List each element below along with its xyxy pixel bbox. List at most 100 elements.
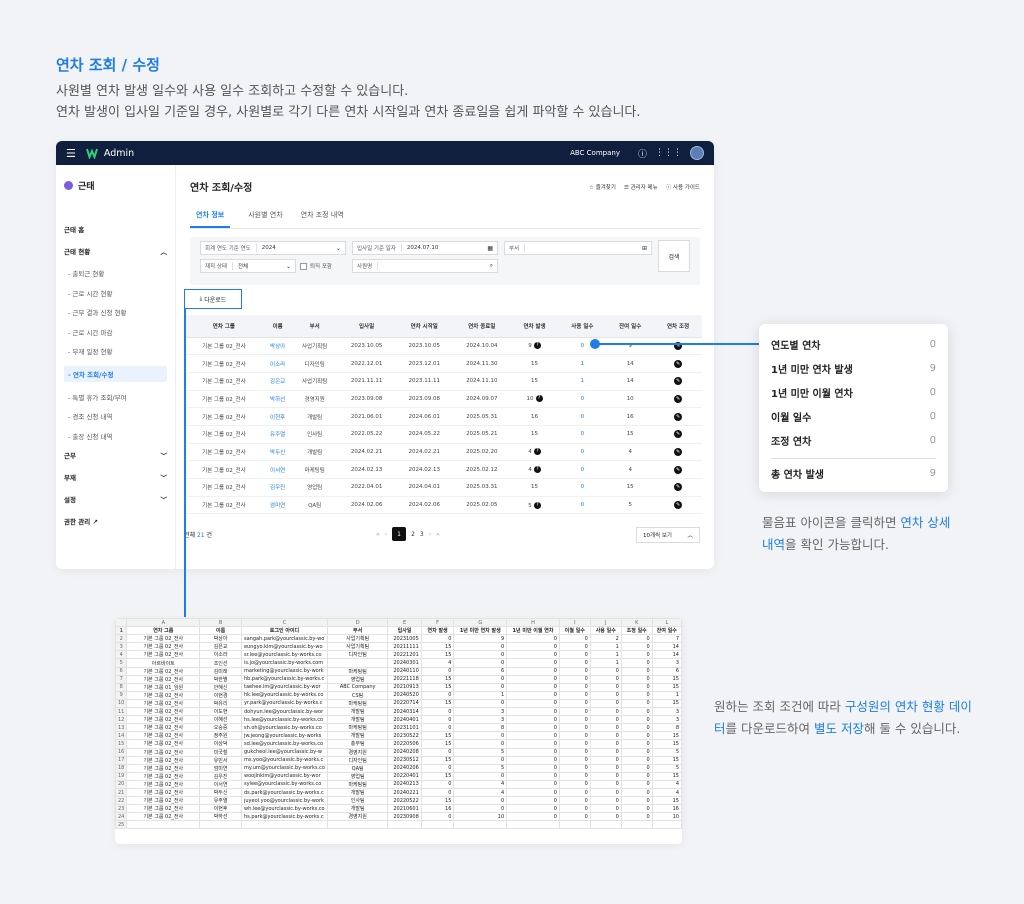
sheet-cell[interactable] <box>558 820 591 830</box>
sheet-cell[interactable]: 3 <box>651 707 682 717</box>
sheet-cell[interactable]: 0 <box>589 690 622 700</box>
sheet-cell[interactable]: 0 <box>453 739 508 749</box>
sheet-cell[interactable]: 0 <box>506 723 560 733</box>
sheet-cell[interactable]: 총무팀 <box>326 739 389 749</box>
sheet-cell[interactable]: 0 <box>620 763 653 773</box>
sheet-cell[interactable]: 10 <box>453 812 508 822</box>
sheet-cell[interactable]: 0 <box>420 787 455 798</box>
sheet-cell[interactable] <box>387 820 422 830</box>
sheet-cell[interactable]: 0 <box>620 650 653 660</box>
sheet-cell[interactable]: 0 <box>558 682 591 692</box>
sheet-cell[interactable]: 0 <box>558 690 591 700</box>
sheet-cell[interactable]: 마케팅팀 <box>326 698 389 709</box>
sheet-cell[interactable]: 0 <box>620 779 653 789</box>
sheet-cell[interactable]: 조인선 <box>199 658 242 668</box>
favorite-button[interactable]: ☆ 즐겨찾기 <box>589 183 616 191</box>
question-icon[interactable]: ? <box>533 466 541 474</box>
sheet-cell[interactable]: 0 <box>558 650 591 660</box>
sheet-cell[interactable]: 15 <box>420 739 455 749</box>
sheet-cell[interactable]: 0 <box>506 731 560 741</box>
sheet-cell[interactable]: 0 <box>420 812 455 822</box>
sheet-cell[interactable]: 0 <box>620 698 653 709</box>
retired-checkbox[interactable]: 퇴직 포함 <box>300 262 332 270</box>
sheet-cell[interactable] <box>453 820 508 830</box>
sheet-cell[interactable]: 0 <box>558 804 591 814</box>
sheet-cell[interactable]: 0 <box>558 796 591 806</box>
cell-used-link[interactable]: 0 <box>558 478 607 497</box>
sheet-cell[interactable]: 15 <box>420 682 455 692</box>
sheet-cell[interactable]: 0 <box>558 739 591 749</box>
sheet-cell[interactable]: 0 <box>506 715 560 725</box>
cell-name-link[interactable]: 이서연 <box>263 460 292 479</box>
sidebar-item-settings[interactable]: 설정 ﹀ <box>64 494 167 504</box>
sheet-cell[interactable]: hs.lee@yourclassic.by-works.co <box>240 715 328 725</box>
edit-icon[interactable]: ✎ <box>674 430 683 439</box>
sheet-cell[interactable]: 개발팀 <box>326 731 389 741</box>
sheet-cell[interactable]: 15 <box>651 771 682 781</box>
user-guide-button[interactable]: ⓘ 사용 가이드 <box>666 183 700 191</box>
sheet-cell[interactable]: 0 <box>453 674 508 684</box>
sidebar-item-status[interactable]: 근태 현황 ︿ <box>64 246 167 256</box>
column-header[interactable]: 연차 시작일 <box>395 315 454 338</box>
cell-used-link[interactable]: 0 <box>558 390 607 409</box>
sheet-cell[interactable]: is.jo@yourclassic.by-works.com <box>240 658 328 668</box>
sheet-cell[interactable]: 경영지원 <box>326 812 389 822</box>
sheet-cell[interactable]: 이혜선 <box>199 715 242 725</box>
sheet-cell[interactable]: 15 <box>651 698 682 709</box>
sheet-cell[interactable]: 0 <box>589 666 622 676</box>
tree-icon[interactable]: ⊞ <box>642 245 647 252</box>
sheet-cell[interactable]: yr.park@yourclassic.by-works.c <box>240 698 328 709</box>
sheet-cell[interactable]: 0 <box>589 812 622 822</box>
apps-grid-icon[interactable]: ⋮⋮⋮ <box>655 148 682 158</box>
sheet-cell[interactable]: 이현경 <box>199 690 242 700</box>
sheet-cell[interactable]: 20231005 <box>387 634 422 644</box>
cell-name-link[interactable]: 김우진 <box>263 478 292 497</box>
sheet-cell[interactable]: 사업기획팀 <box>326 642 389 652</box>
sheet-cell[interactable]: jw.jeong@yourclassic.by-works <box>240 731 328 741</box>
sheet-cell[interactable]: 0 <box>506 666 560 676</box>
sheet-cell[interactable]: wh.lee@yourclassic.by-works.co <box>240 804 328 814</box>
sheet-cell[interactable]: 오승중 <box>199 723 242 733</box>
sheet-cell[interactable]: dohyun.lee@yourclassic.by-wor <box>240 707 328 717</box>
sheet-cell[interactable]: 4 <box>453 787 508 798</box>
column-header[interactable]: 연차 조정 <box>654 315 702 338</box>
sheet-cell[interactable]: 0 <box>420 690 455 700</box>
sheet-cell[interactable]: 10 <box>651 812 682 822</box>
sheet-cell[interactable]: 1 <box>453 690 508 700</box>
sheet-cell[interactable]: 디자인팀 <box>326 755 389 765</box>
sheet-cell[interactable]: 20221118 <box>387 674 422 684</box>
edit-icon[interactable]: ✎ <box>674 447 683 456</box>
sheet-cell[interactable]: 20230522 <box>387 731 422 741</box>
sheet-cell[interactable]: 0 <box>620 771 653 781</box>
page-3[interactable]: 3 <box>420 531 424 538</box>
sheet-cell[interactable]: 0 <box>558 698 591 709</box>
sheet-cell[interactable]: 박두신 <box>199 787 242 798</box>
cell-name-link[interactable]: 이소라 <box>263 354 292 373</box>
sheet-cell[interactable]: 0 <box>620 755 653 765</box>
sheet-cell[interactable]: 0 <box>589 715 622 725</box>
edit-icon[interactable]: ✎ <box>674 501 683 510</box>
sheet-cell[interactable]: 0 <box>420 723 455 733</box>
calendar-icon[interactable]: ▦ <box>487 245 493 252</box>
sheet-cell[interactable]: 0 <box>558 755 591 765</box>
tab-leave-info[interactable]: 연차 정보 <box>190 210 231 228</box>
sheet-cell[interactable] <box>420 820 455 830</box>
sheet-cell[interactable]: 0 <box>506 747 560 757</box>
sheet-cell[interactable]: sangah.park@yourclassic.by-wo <box>240 634 328 644</box>
sheet-cell[interactable]: 0 <box>620 731 653 741</box>
sheet-cell[interactable]: 영업팀 <box>326 771 389 781</box>
sheet-cell[interactable]: 0 <box>558 634 591 644</box>
sheet-cell[interactable]: 0 <box>506 634 560 644</box>
sheet-cell[interactable]: 김미래 <box>199 666 242 676</box>
sidebar-subitem[interactable]: - 근로 시간 마감 <box>68 327 167 337</box>
prev-page-icon[interactable]: ‹ <box>385 531 387 538</box>
sheet-cell[interactable]: 5 <box>453 763 508 773</box>
sheet-cell[interactable]: 0 <box>589 731 622 741</box>
sheet-cell[interactable]: 1 <box>589 642 622 652</box>
search-icon[interactable]: ⌕ <box>490 262 493 270</box>
sheet-cell[interactable]: 0 <box>558 812 591 822</box>
column-header[interactable]: 연차 그룹 <box>184 315 264 338</box>
sheet-cell[interactable]: 20240401 <box>387 715 422 725</box>
sheet-cell[interactable]: 15 <box>651 796 682 806</box>
sheet-cell[interactable]: 4 <box>651 787 682 798</box>
